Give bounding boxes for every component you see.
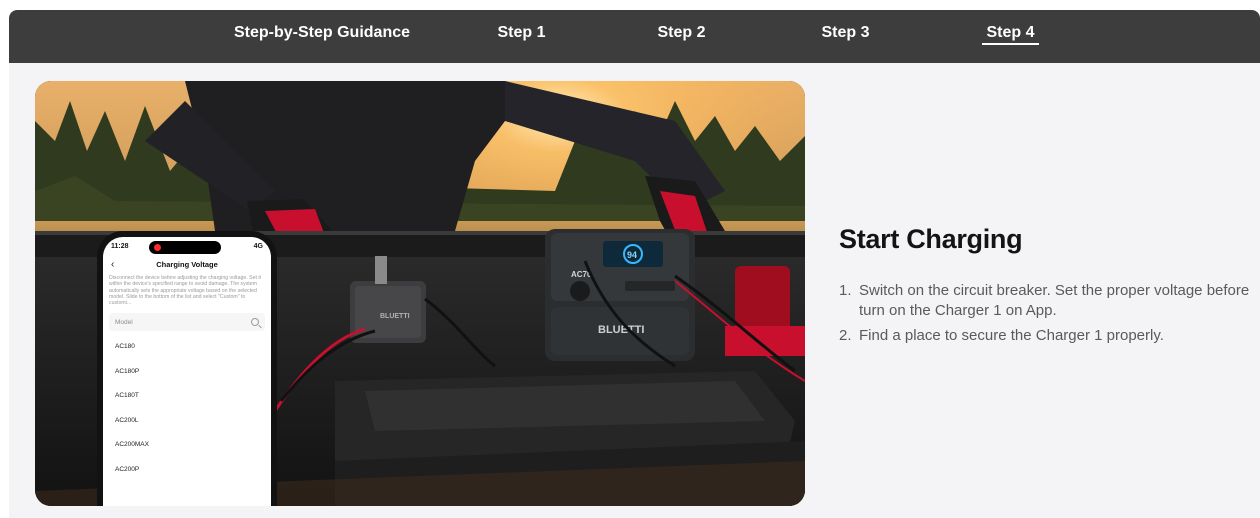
phone-screen-title: Charging Voltage xyxy=(156,259,218,269)
model-list-item[interactable]: AC200MAX xyxy=(103,433,271,458)
phone-app-bar: ‹ Charging Voltage xyxy=(103,255,271,273)
instruction-text: Switch on the circuit breaker. Set the p… xyxy=(859,282,1250,319)
phone-network: 4G xyxy=(253,242,263,250)
station-display-value: 94 xyxy=(627,250,637,260)
tab-step-by-step-guidance[interactable]: Step-by-Step Guidance xyxy=(222,10,422,63)
dynamic-island xyxy=(149,241,221,254)
hero-photo: BLUETTI 94 AC70 BLUETTI 11:28 4G ‹ Charg… xyxy=(35,81,805,506)
phone-description: Disconnect the device before adjusting t… xyxy=(109,275,261,307)
instruction-number: 2. xyxy=(839,327,852,344)
model-list-item[interactable]: AC200P xyxy=(103,458,271,483)
model-list-item[interactable]: AC180 xyxy=(103,335,271,360)
instruction-item: 2. Find a place to secure the Charger 1 p… xyxy=(839,326,1259,346)
step-instructions: 1. Switch on the circuit breaker. Set the… xyxy=(839,281,1259,346)
tab-step-1[interactable]: Step 1 xyxy=(484,10,559,63)
tab-step-2[interactable]: Step 2 xyxy=(644,10,719,63)
guide-panel: Step-by-Step Guidance Step 1 Step 2 Step… xyxy=(9,10,1260,518)
model-list-item[interactable]: AC180T xyxy=(103,384,271,409)
model-list-item[interactable]: AC180P xyxy=(103,360,271,385)
instruction-item: 1. Switch on the circuit breaker. Set the… xyxy=(839,281,1259,321)
record-dot-icon xyxy=(154,244,161,251)
phone-time: 11:28 xyxy=(111,242,129,250)
model-list-item[interactable]: AC200L xyxy=(103,409,271,434)
panel-brand-label: BLUETTI xyxy=(380,313,410,320)
phone-mockup: 11:28 4G ‹ Charging Voltage Disconnect t… xyxy=(97,231,277,506)
step-title: Start Charging xyxy=(839,224,1023,254)
phone-screen: 11:28 4G ‹ Charging Voltage Disconnect t… xyxy=(103,237,271,506)
tab-step-3[interactable]: Step 3 xyxy=(808,10,883,63)
instruction-text: Find a place to secure the Charger 1 pro… xyxy=(859,327,1164,344)
station-brand-label: BLUETTI xyxy=(598,324,644,336)
search-icon xyxy=(251,318,259,327)
step-nav: Step-by-Step Guidance Step 1 Step 2 Step… xyxy=(9,10,1260,63)
model-search-input[interactable]: Model xyxy=(109,313,265,332)
tab-step-4[interactable]: Step 4 xyxy=(973,10,1048,63)
model-search-placeholder: Model xyxy=(115,318,133,326)
instruction-number: 1. xyxy=(839,282,852,299)
step-content: Start Charging 1. Switch on the circuit b… xyxy=(839,224,1259,351)
